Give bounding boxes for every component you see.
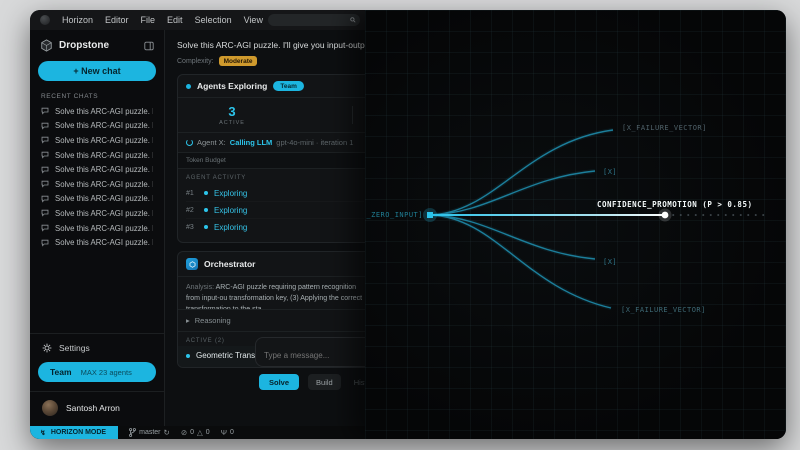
complexity-row: Complexity: Moderate — [177, 56, 365, 66]
agents-stats: 3 ACTIVE — [178, 98, 372, 133]
chat-list-item[interactable]: Solve this ARC-AGI puzzle. I'll — [30, 162, 164, 177]
token-budget-row: Token Budget — [178, 153, 372, 169]
agent-activity-section: AGENT ACTIVITY #1 Exploring #2 Exploring — [178, 169, 372, 242]
chat-list-item[interactable]: Solve this ARC-AGI puzzle. I'll — [30, 192, 164, 207]
seed-node — [427, 212, 433, 218]
complexity-label: Complexity: — [177, 58, 214, 65]
gear-icon — [42, 343, 52, 353]
team-badge: Team — [273, 81, 304, 91]
chat-list-item[interactable]: Solve this ARC-AGI puzzle. I'll — [30, 221, 164, 236]
failure-vector-label-top: [X_FAILURE_VECTOR] — [622, 124, 707, 132]
horizon-mode-button[interactable]: ↯ HORIZON MODE — [30, 426, 118, 439]
activity-dot-icon — [204, 225, 208, 229]
activity-dot-icon — [204, 208, 208, 212]
stat-divider — [352, 106, 353, 124]
chat-bubble-icon — [41, 151, 49, 159]
chevron-right-icon: ▸ — [186, 316, 190, 325]
x-label-lower: [X] — [603, 258, 617, 266]
status-dot-icon — [186, 84, 191, 89]
chat-list-item[interactable]: Solve this ARC-AGI puzzle. I'll — [30, 104, 164, 119]
panel-toggle-icon[interactable] — [144, 41, 154, 51]
error-icon: ⊘ — [181, 428, 187, 437]
git-branch-icon — [129, 428, 136, 437]
chat-bubble-icon — [41, 209, 49, 217]
branch-curve-bottom — [430, 215, 611, 308]
menu-horizon[interactable]: Horizon — [62, 15, 93, 25]
solve-button[interactable]: Solve — [259, 374, 299, 390]
sidebar-footer: Settings Team MAX 23 agents Santosh Arro… — [30, 333, 164, 426]
sidebar: Dropstone + New chat RECENT CHATS Solve … — [30, 30, 165, 426]
settings-button[interactable]: Settings — [30, 334, 164, 360]
app-logo-icon — [40, 15, 50, 25]
app-window: Horizon Editor File Edit Selection View … — [30, 10, 786, 439]
activity-dot-icon — [186, 354, 190, 358]
lightning-icon: ↯ — [40, 429, 46, 437]
confidence-promotion-label: CONFIDENCE_PROMOTION (P > 0.85) — [597, 200, 752, 209]
failure-vector-label-bottom: [X_FAILURE_VECTOR] — [621, 306, 706, 314]
warning-icon: △ — [197, 428, 203, 437]
avatar — [42, 400, 58, 416]
build-button[interactable]: Build — [308, 374, 341, 390]
menu-selection[interactable]: Selection — [195, 15, 232, 25]
menubar-search-input[interactable] — [272, 15, 350, 25]
agents-exploring-card: Agents Exploring Team 3 ACTIVE Agent X: — [177, 74, 373, 243]
chat-bubble-icon — [41, 107, 49, 115]
chat-bubble-icon — [41, 136, 49, 144]
user-name: Santosh Arron — [66, 403, 120, 413]
orchestrator-header[interactable]: Orchestrator — [178, 252, 372, 277]
user-profile[interactable]: Santosh Arron — [30, 391, 164, 426]
branch-visualization-panel: [_ZERO_INPUT] [X_FAILURE_VECTOR] [X] CON… — [365, 10, 786, 439]
search-icon — [350, 16, 356, 24]
activity-dot-icon — [204, 191, 208, 195]
chat-list-item[interactable]: Solve this ARC-AGI puzzle. I'll — [30, 235, 164, 250]
menu-edit[interactable]: Edit — [167, 15, 183, 25]
chat-bubble-icon — [41, 195, 49, 203]
reasoning-toggle[interactable]: ▸ Reasoning — [178, 310, 372, 332]
agent-activity-row[interactable]: #3 Exploring — [186, 219, 364, 235]
chat-bubble-icon — [41, 224, 49, 232]
orchestrator-analysis: Analysis: ARC-AGI puzzle requiring patte… — [178, 277, 372, 310]
agent-activity-row[interactable]: #2 Exploring — [186, 202, 364, 219]
new-chat-button[interactable]: + New chat — [38, 61, 156, 81]
app-name: Dropstone — [59, 40, 138, 51]
active-agents-stat: 3 ACTIVE — [178, 104, 286, 126]
problems-status[interactable]: ⊘ 0 △ 0 — [181, 428, 210, 437]
chat-list-item[interactable]: Solve this ARC-AGI puzzle. I'll — [30, 177, 164, 192]
chat-bubble-icon — [41, 239, 49, 247]
agent-status-row: Agent X: Calling LLM gpt-4o-mini · itera… — [178, 133, 372, 153]
spinner-icon — [186, 139, 193, 146]
branch-curves — [365, 10, 786, 439]
chat-list-item[interactable]: Solve this ARC-AGI puzzle. I'll — [30, 133, 164, 148]
team-button[interactable]: Team MAX 23 agents — [38, 362, 156, 382]
menu-view[interactable]: View — [244, 15, 263, 25]
sidebar-header: Dropstone — [30, 30, 164, 59]
dropstone-cube-icon — [40, 39, 53, 52]
chat-bubble-icon — [41, 180, 49, 188]
complexity-badge: Moderate — [219, 56, 258, 66]
menubar-search[interactable] — [268, 14, 360, 26]
antenna-icon: Ψ — [221, 428, 227, 437]
chat-list-item[interactable]: Solve this ARC-AGI puzzle. I'll — [30, 206, 164, 221]
feed-status[interactable]: Ψ 0 — [221, 428, 234, 437]
chat-title: Solve this ARC-AGI puzzle. I'll give you… — [177, 40, 373, 50]
recent-chats-heading: RECENT CHATS — [30, 90, 164, 104]
chat-bubble-icon — [41, 122, 49, 130]
menu-file[interactable]: File — [141, 15, 156, 25]
menu-editor[interactable]: Editor — [105, 15, 129, 25]
sync-icon: ↻ — [164, 428, 170, 437]
chat-list-item[interactable]: Solve this ARC-AGI puzzle. I'll — [30, 119, 164, 134]
agent-activity-row[interactable]: #1 Exploring — [186, 185, 364, 202]
agents-card-header[interactable]: Agents Exploring Team — [178, 75, 372, 98]
promotion-dot — [662, 212, 669, 219]
seed-input-label: [_ZERO_INPUT] — [365, 211, 423, 219]
x-label-upper: [X] — [603, 168, 617, 176]
git-branch-status[interactable]: master ↻ — [129, 428, 170, 437]
chat-list-item[interactable]: Solve this ARC-AGI puzzle. I'll — [30, 148, 164, 163]
chat-bubble-icon — [41, 166, 49, 174]
orchestrator-icon — [186, 258, 198, 270]
